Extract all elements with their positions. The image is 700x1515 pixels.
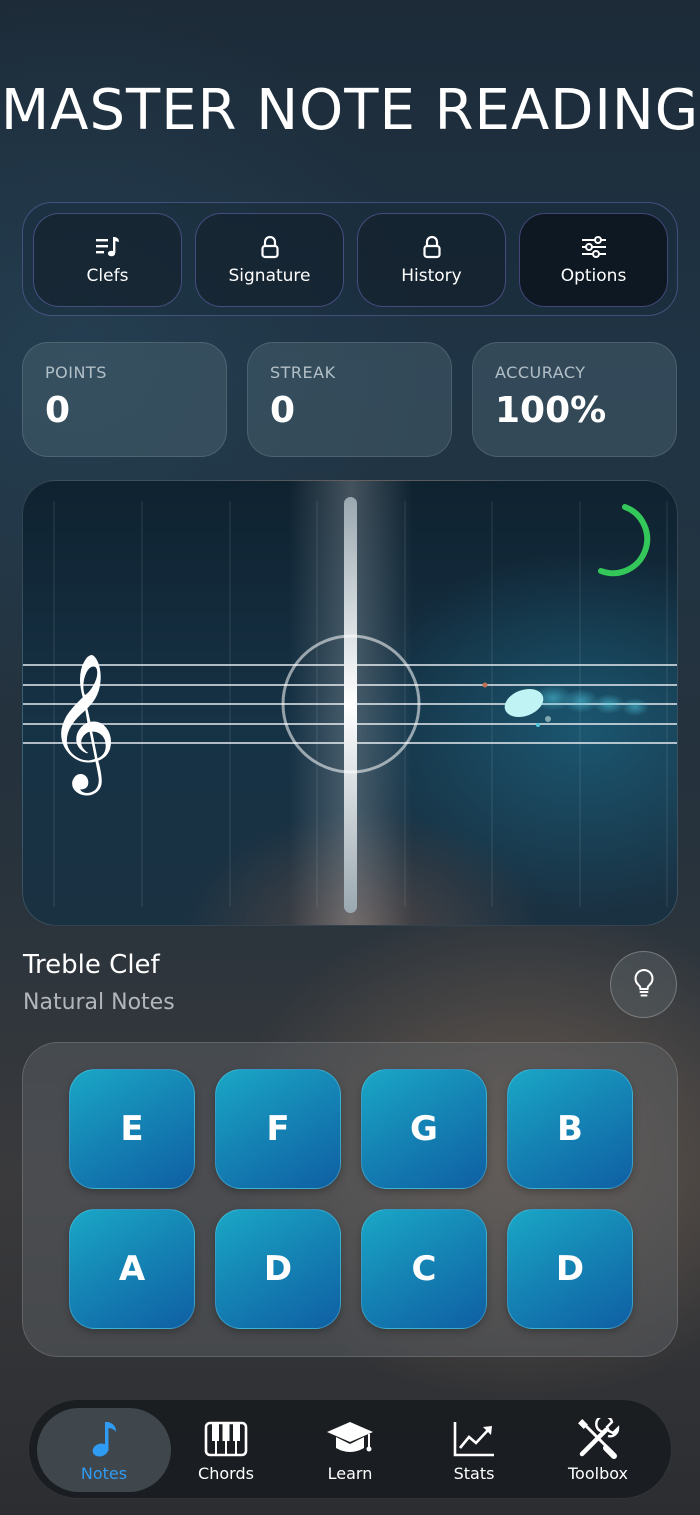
points-card: POINTS 0 [22, 342, 227, 457]
tab-stats-label: Stats [453, 1463, 495, 1483]
points-value: 0 [45, 390, 71, 431]
note-key[interactable]: E [69, 1069, 195, 1189]
streak-label: STREAK [270, 363, 336, 382]
tab-bar: Notes Chords Learn Stats Toolbox [28, 1399, 672, 1499]
piano-icon [204, 1418, 248, 1460]
points-label: POINTS [45, 363, 107, 382]
playhead-bar [344, 497, 357, 913]
tab-learn-label: Learn [327, 1463, 373, 1483]
clef-list-icon [95, 234, 121, 260]
note-key[interactable]: F [215, 1069, 341, 1189]
options-button[interactable]: Options [519, 213, 668, 307]
note-key[interactable]: A [69, 1209, 195, 1329]
tools-icon [576, 1417, 620, 1460]
tab-learn[interactable]: Learn [288, 1400, 412, 1500]
tab-chords-label: Chords [198, 1463, 254, 1483]
streak-card: STREAK 0 [247, 342, 452, 457]
chart-icon [452, 1418, 496, 1460]
treble-clef-icon: 𝄞 [47, 651, 117, 795]
tab-notes-label: Notes [80, 1463, 128, 1483]
tab-stats[interactable]: Stats [412, 1400, 536, 1500]
hint-button[interactable] [610, 951, 677, 1018]
music-note-icon [89, 1418, 119, 1460]
streak-value: 0 [270, 390, 296, 431]
answer-keypad: E F G B A D C D [22, 1042, 678, 1357]
tab-notes[interactable]: Notes [42, 1400, 166, 1500]
tab-chords[interactable]: Chords [164, 1400, 288, 1500]
timer-ring [598, 504, 651, 577]
note-key[interactable]: D [507, 1209, 633, 1329]
clefs-button[interactable]: Clefs [33, 213, 182, 307]
note-key[interactable]: G [361, 1069, 487, 1189]
options-bar: Clefs Signature History Options [22, 202, 678, 316]
signature-button[interactable]: Signature [195, 213, 344, 307]
clef-subtitle: Natural Notes [23, 990, 175, 1015]
lightbulb-icon [633, 968, 655, 1002]
sliders-icon [581, 234, 607, 260]
accuracy-label: ACCURACY [495, 363, 586, 382]
lock-icon [260, 234, 280, 260]
clef-name: Treble Clef [23, 950, 160, 980]
accuracy-card: ACCURACY 100% [472, 342, 677, 457]
graduation-cap-icon [325, 1418, 375, 1460]
lock-icon [422, 234, 442, 260]
staff-area[interactable]: 𝄞 [22, 480, 678, 926]
page-title: MASTER NOTE READING [0, 78, 700, 143]
options-label: Options [560, 266, 627, 286]
staff-canvas: 𝄞 [23, 481, 677, 925]
tab-toolbox[interactable]: Toolbox [536, 1400, 660, 1500]
history-button[interactable]: History [357, 213, 506, 307]
history-label: History [401, 266, 462, 286]
tab-toolbox-label: Toolbox [568, 1463, 628, 1483]
note-key[interactable]: B [507, 1069, 633, 1189]
accuracy-value: 100% [495, 390, 607, 431]
note-key[interactable]: D [215, 1209, 341, 1329]
clefs-label: Clefs [86, 266, 129, 286]
note-key[interactable]: C [361, 1209, 487, 1329]
signature-label: Signature [228, 266, 311, 286]
